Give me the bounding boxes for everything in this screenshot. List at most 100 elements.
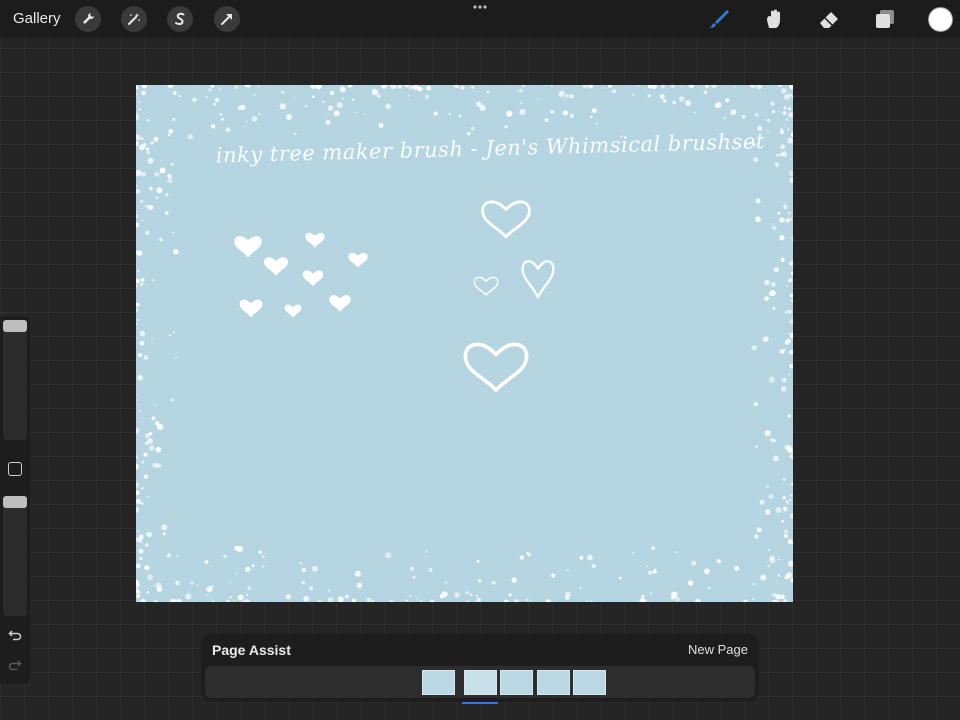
- confetti-dot: [337, 596, 344, 602]
- redo-icon[interactable]: [8, 658, 22, 672]
- confetti-dot: [772, 307, 776, 310]
- confetti-dot: [234, 85, 239, 89]
- confetti-dot: [158, 237, 163, 242]
- confetti-dot: [779, 217, 785, 223]
- selection-button[interactable]: [167, 6, 193, 32]
- confetti-dot: [661, 85, 666, 89]
- drawing-canvas[interactable]: inky tree maker brush - Jen's Whimsical …: [136, 85, 793, 602]
- confetti-dot: [228, 581, 231, 584]
- confetti-dot: [579, 587, 582, 590]
- confetti-dot: [143, 474, 149, 480]
- page-thumbnail-2[interactable]: [464, 670, 497, 695]
- undo-icon[interactable]: [8, 628, 22, 642]
- adjustments-button[interactable]: [121, 6, 147, 32]
- confetti-dot: [783, 533, 789, 539]
- confetti-dot: [136, 498, 141, 505]
- confetti-dot: [221, 117, 225, 121]
- page-thumbnail-1[interactable]: [422, 670, 455, 695]
- confetti-dot: [245, 120, 248, 123]
- confetti-dot: [251, 563, 255, 568]
- confetti-dot: [780, 144, 786, 150]
- confetti-dot: [233, 599, 236, 602]
- confetti-dot: [246, 594, 248, 597]
- confetti-dot: [144, 565, 150, 571]
- confetti-dot: [504, 125, 508, 129]
- confetti-dot: [172, 117, 176, 122]
- page-thumbnail-5[interactable]: [573, 670, 606, 695]
- confetti-dot: [791, 239, 793, 242]
- magic-wand-icon: [128, 13, 140, 25]
- brush-size-thumb[interactable]: [3, 320, 27, 332]
- confetti-dot: [772, 592, 777, 598]
- confetti-dot: [351, 598, 356, 602]
- confetti-dot: [777, 211, 781, 215]
- confetti-dot: [153, 136, 159, 142]
- confetti-dot: [141, 90, 146, 96]
- confetti-dot: [251, 116, 258, 122]
- confetti-dot: [465, 600, 469, 602]
- confetti-dot: [704, 85, 709, 89]
- confetti-dot: [755, 216, 761, 223]
- new-page-button[interactable]: New Page: [688, 642, 748, 657]
- confetti-dot: [241, 600, 245, 602]
- selection-s-icon: [175, 12, 185, 26]
- brush-tool[interactable]: [706, 6, 732, 32]
- confetti-dot: [514, 599, 519, 602]
- confetti-dot: [147, 438, 153, 445]
- confetti-dot: [404, 85, 410, 88]
- confetti-dot: [527, 552, 531, 557]
- confetti-dot: [602, 86, 604, 89]
- confetti-dot: [784, 94, 790, 100]
- confetti-dot: [769, 290, 776, 297]
- confetti-dot: [175, 598, 182, 602]
- brush-opacity-thumb[interactable]: [3, 496, 27, 508]
- smudge-tool[interactable]: [761, 6, 787, 32]
- confetti-dot: [544, 118, 549, 122]
- confetti-dot: [780, 257, 785, 262]
- confetti-dot: [680, 85, 683, 88]
- page-thumbnail-4[interactable]: [537, 670, 570, 695]
- confetti-dot: [755, 445, 758, 449]
- transform-button[interactable]: [214, 6, 240, 32]
- confetti-dot: [204, 560, 209, 564]
- confetti-dot: [281, 90, 285, 95]
- confetti-dot: [790, 132, 793, 137]
- page-assist-title: Page Assist: [212, 642, 291, 658]
- confetti-dot: [147, 118, 150, 122]
- confetti-dot: [256, 85, 260, 87]
- confetti-dot: [755, 113, 759, 117]
- filled-heart: [239, 299, 263, 318]
- confetti-dot: [519, 108, 526, 116]
- confetti-dot: [175, 580, 180, 586]
- modify-button[interactable]: [8, 462, 22, 476]
- confetti-dot: [619, 576, 622, 580]
- confetti-dot: [784, 348, 787, 351]
- brush-opacity-slider[interactable]: [3, 496, 27, 616]
- confetti-dot: [142, 142, 147, 147]
- brush-size-slider[interactable]: [3, 320, 27, 440]
- confetti-dot: [311, 95, 315, 99]
- confetti-dot: [762, 336, 769, 343]
- confetti-dot: [138, 108, 141, 111]
- confetti-dot: [787, 280, 790, 283]
- gallery-button[interactable]: Gallery: [13, 10, 61, 27]
- confetti-dot: [136, 427, 140, 434]
- confetti-dot: [789, 350, 793, 355]
- confetti-dot: [144, 543, 149, 547]
- page-thumbnail-3[interactable]: [500, 670, 533, 695]
- confetti-dot: [425, 550, 428, 553]
- confetti-dot: [136, 141, 139, 147]
- confetti-dot: [433, 111, 438, 116]
- confetti-dot: [662, 99, 667, 103]
- color-picker-button[interactable]: [928, 7, 953, 32]
- confetti-dot: [219, 88, 222, 91]
- confetti-dot: [145, 147, 150, 151]
- confetti-dot: [136, 594, 141, 598]
- actions-button[interactable]: [75, 6, 101, 32]
- confetti-dot: [146, 531, 152, 538]
- layers-button[interactable]: [872, 6, 898, 32]
- more-handle-icon[interactable]: [472, 3, 488, 11]
- eraser-tool[interactable]: [816, 6, 842, 32]
- confetti-dot: [137, 375, 143, 381]
- confetti-dot: [526, 598, 529, 602]
